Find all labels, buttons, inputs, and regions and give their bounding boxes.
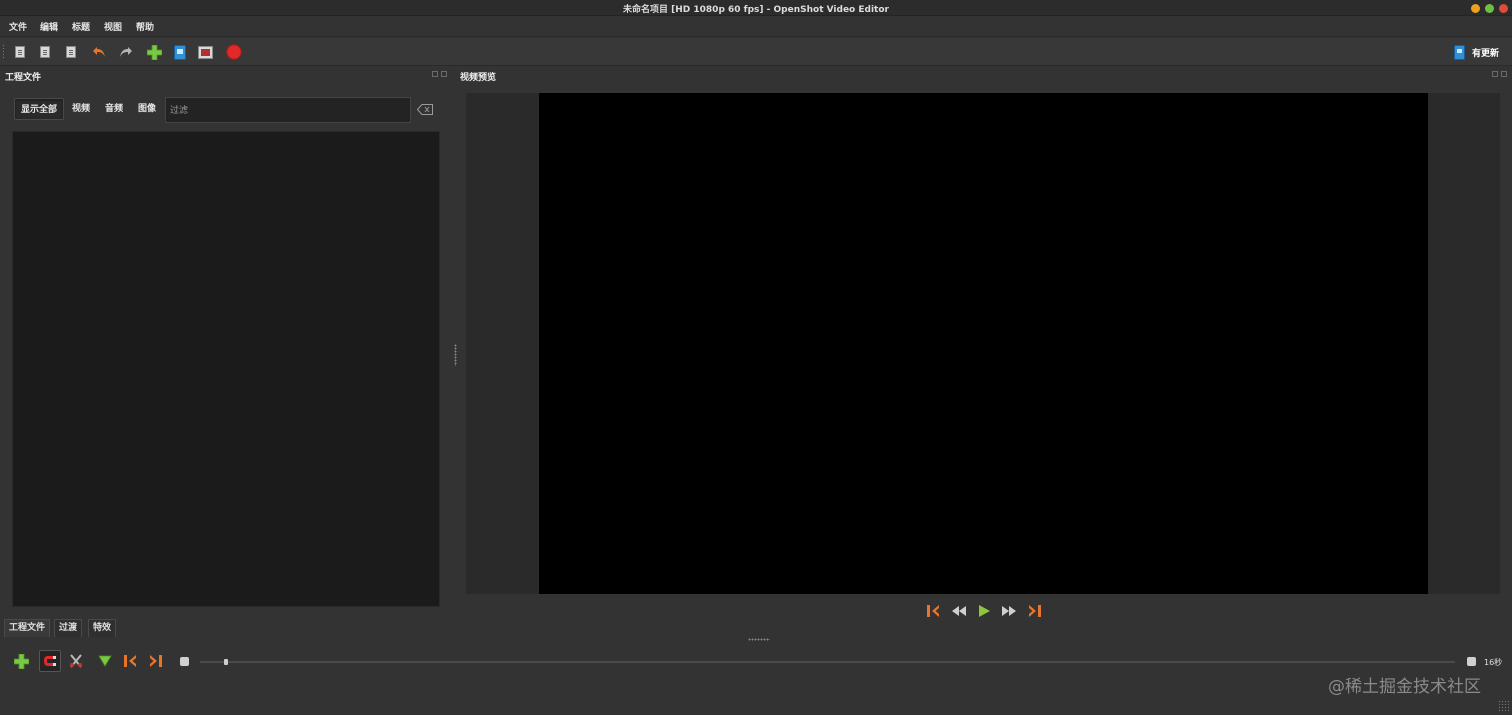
add-marker-icon xyxy=(98,655,112,667)
add-marker-button[interactable] xyxy=(94,650,116,672)
next-marker-icon xyxy=(150,655,162,667)
jump-start-icon xyxy=(927,605,939,617)
zoom-slider-handle[interactable] xyxy=(224,659,228,665)
import-files-icon xyxy=(146,44,162,60)
save-project-icon xyxy=(66,46,76,58)
watermark: @稀土掘金技术社区 xyxy=(1328,677,1481,697)
fullscreen-icon xyxy=(197,45,213,59)
redo-button[interactable] xyxy=(117,43,135,61)
menu-title[interactable]: 标题 xyxy=(72,20,90,33)
window-titlebar: 未命名项目 [HD 1080p 60 fps] - OpenShot Video… xyxy=(0,0,1512,16)
update-icon xyxy=(1454,44,1465,60)
fast-forward-icon xyxy=(1002,606,1016,616)
filter-input[interactable]: 过滤 xyxy=(165,97,411,123)
window-resize-grip[interactable] xyxy=(1498,700,1510,712)
rewind-icon xyxy=(952,606,966,616)
window-title: 未命名项目 [HD 1080p 60 fps] - OpenShot Video… xyxy=(623,5,889,15)
tab-effects[interactable]: 特效 xyxy=(88,619,117,637)
project-files-list[interactable] xyxy=(12,131,440,607)
tab-project-files[interactable]: 工程文件 xyxy=(4,619,51,637)
new-project-icon xyxy=(15,46,25,58)
zoom-level-label: 16秒 xyxy=(1484,658,1503,667)
rewind-button[interactable] xyxy=(950,602,968,620)
snap-icon xyxy=(44,656,56,666)
maximize-button[interactable] xyxy=(1485,4,1494,13)
play-button[interactable] xyxy=(975,602,993,620)
menu-bar: 文件 编辑 标题 视图 帮助 xyxy=(0,16,1512,37)
fast-forward-button[interactable] xyxy=(1000,602,1018,620)
jump-start-button[interactable] xyxy=(924,602,942,620)
export-video-icon xyxy=(226,44,242,60)
dock-close-icon[interactable] xyxy=(441,71,447,77)
project-files-dock-controls xyxy=(432,71,447,77)
import-files-button[interactable] xyxy=(145,43,163,61)
previous-marker-button[interactable] xyxy=(119,650,141,672)
menu-file[interactable]: 文件 xyxy=(9,20,27,33)
zoom-out-icon[interactable] xyxy=(180,657,189,666)
dock-float-icon[interactable] xyxy=(432,71,438,77)
razor-icon xyxy=(70,654,82,668)
profile-button[interactable] xyxy=(171,43,189,61)
vertical-splitter-handle[interactable] xyxy=(454,344,457,366)
video-preview-canvas[interactable] xyxy=(539,93,1428,594)
snap-toggle-button[interactable] xyxy=(39,650,61,672)
menu-edit[interactable]: 编辑 xyxy=(40,20,58,33)
filter-show-all[interactable]: 显示全部 xyxy=(14,98,65,120)
jump-end-button[interactable] xyxy=(1026,602,1044,620)
dock-float-icon[interactable] xyxy=(1492,71,1498,77)
menu-view[interactable]: 视图 xyxy=(104,20,122,33)
dock-close-icon[interactable] xyxy=(1501,71,1507,77)
update-notice[interactable]: 有更新 xyxy=(1454,43,1499,61)
update-label: 有更新 xyxy=(1472,48,1500,59)
horizontal-splitter-handle[interactable] xyxy=(748,638,770,641)
filter-image[interactable]: 图像 xyxy=(132,98,162,120)
jump-end-icon xyxy=(1029,605,1041,617)
filter-video[interactable]: 视频 xyxy=(66,98,96,120)
zoom-in-icon[interactable] xyxy=(1467,657,1476,666)
video-preview-dock-controls xyxy=(1492,71,1507,77)
new-project-button[interactable] xyxy=(11,43,29,61)
save-project-button[interactable] xyxy=(62,43,80,61)
close-window-button[interactable] xyxy=(1499,4,1508,13)
video-preview-title: 视频预览 xyxy=(460,73,497,83)
project-files-title: 工程文件 xyxy=(5,73,42,83)
play-icon xyxy=(979,605,990,617)
clear-filter-icon[interactable] xyxy=(417,104,433,115)
open-project-icon xyxy=(40,46,50,58)
razor-tool-button[interactable] xyxy=(65,650,87,672)
open-project-button[interactable] xyxy=(36,43,54,61)
minimize-button[interactable] xyxy=(1471,4,1480,13)
add-track-icon xyxy=(13,653,29,669)
filter-audio[interactable]: 音频 xyxy=(99,98,129,120)
previous-marker-icon xyxy=(124,655,136,667)
undo-button[interactable] xyxy=(90,43,108,61)
export-video-button[interactable] xyxy=(225,43,243,61)
tab-transitions[interactable]: 过渡 xyxy=(54,619,83,637)
fullscreen-button[interactable] xyxy=(196,43,214,61)
add-track-button[interactable] xyxy=(10,650,32,672)
main-toolbar xyxy=(0,38,1512,66)
next-marker-button[interactable] xyxy=(145,650,167,672)
undo-icon xyxy=(93,47,105,57)
redo-icon xyxy=(120,47,132,57)
toolbar-grip[interactable] xyxy=(2,44,5,60)
zoom-slider-track[interactable] xyxy=(200,661,1455,663)
profile-icon xyxy=(174,44,186,60)
menu-help[interactable]: 帮助 xyxy=(136,20,154,33)
